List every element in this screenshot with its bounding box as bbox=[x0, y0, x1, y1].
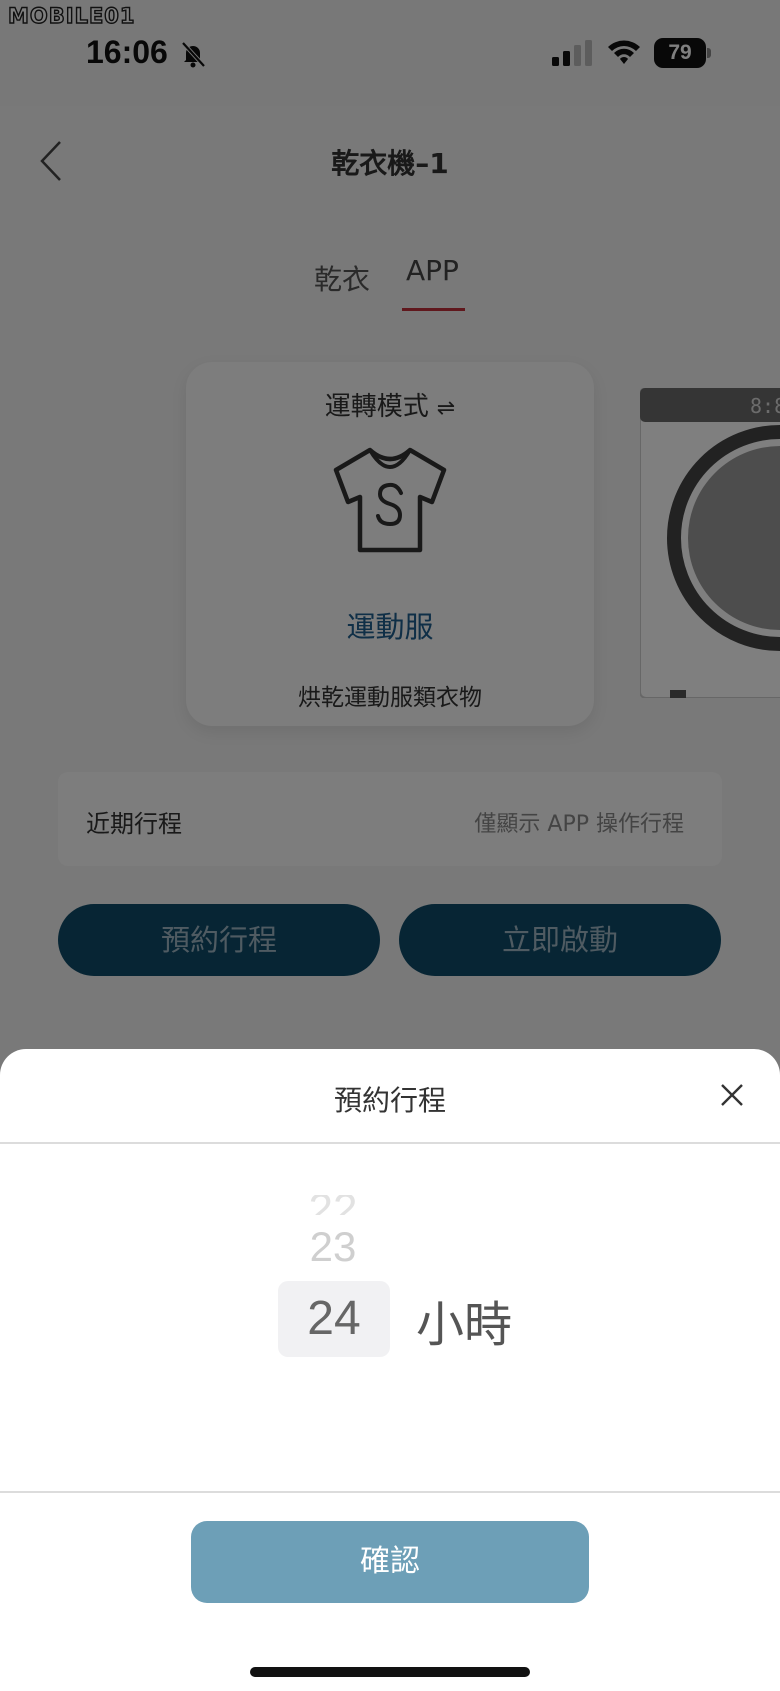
picker-option-faded[interactable]: 22 bbox=[300, 1195, 366, 1215]
picker-selected-value[interactable]: 24 bbox=[278, 1281, 390, 1357]
picker-option-previous[interactable]: 23 bbox=[296, 1223, 370, 1271]
home-indicator bbox=[250, 1667, 530, 1677]
sheet-title: 預約行程 bbox=[333, 1084, 446, 1117]
confirm-button[interactable]: 確認 bbox=[191, 1521, 589, 1603]
close-icon[interactable] bbox=[718, 1081, 746, 1109]
sheet-divider bbox=[0, 1142, 780, 1144]
picker-unit-label: 小時 bbox=[416, 1297, 513, 1353]
sheet-footer-divider bbox=[0, 1491, 780, 1493]
